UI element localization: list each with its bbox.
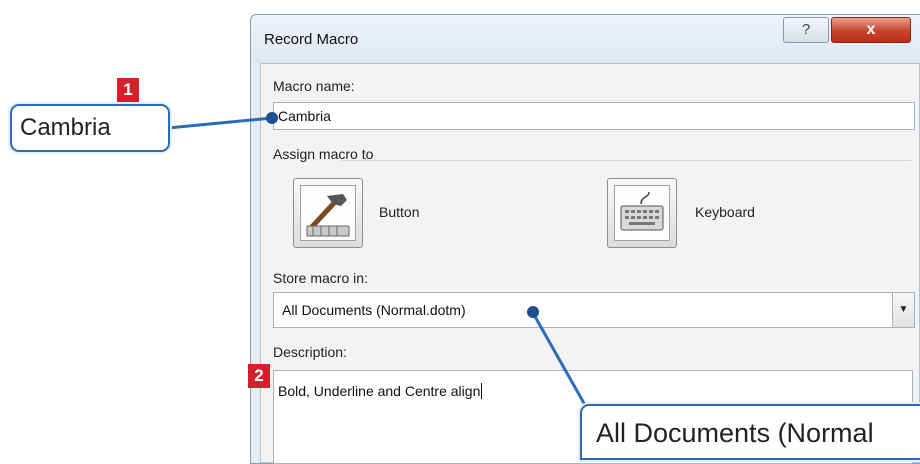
assign-button-button[interactable] [293,178,363,248]
assign-keyboard-button[interactable] [607,178,677,248]
chevron-down-icon[interactable]: ▼ [892,293,914,327]
store-macro-value: All Documents (Normal.dotm) [282,302,466,318]
description-value: Bold, Underline and Centre align [278,383,481,399]
description-label: Description: [273,344,347,360]
hammer-toolbar-icon [300,185,356,241]
store-macro-label: Store macro in: [273,270,368,286]
keyboard-icon [614,185,670,241]
assign-divider [341,160,911,161]
close-button[interactable]: x [831,17,911,43]
dialog-title: Record Macro [264,31,359,48]
keyboard-option-label: Keyboard [695,204,755,220]
button-option-label: Button [379,204,420,220]
store-macro-combobox[interactable]: All Documents (Normal.dotm) ▼ [273,292,915,328]
dialog-body: Macro name: Cambria Assign macro to Butt… [260,63,920,464]
help-icon: ? [801,21,811,38]
title-bar: Record Macro ? x [251,15,920,63]
macro-name-label-text: Macro name: [273,78,355,94]
step-2-badge: 2 [248,364,270,388]
help-button[interactable]: ? [783,17,829,43]
step-1-badge: 1 [117,78,139,102]
close-icon: x [866,21,876,38]
callout-macro-name: Cambria [10,104,170,152]
callout-2-anchor-dot [527,306,539,318]
text-cursor [481,383,483,399]
callout-1-anchor-dot [266,112,278,124]
macro-name-label: Macro name: [273,78,355,94]
macro-name-input[interactable]: Cambria [273,102,915,130]
record-macro-dialog: Record Macro ? x Macro name: Cambria Ass… [250,14,920,464]
